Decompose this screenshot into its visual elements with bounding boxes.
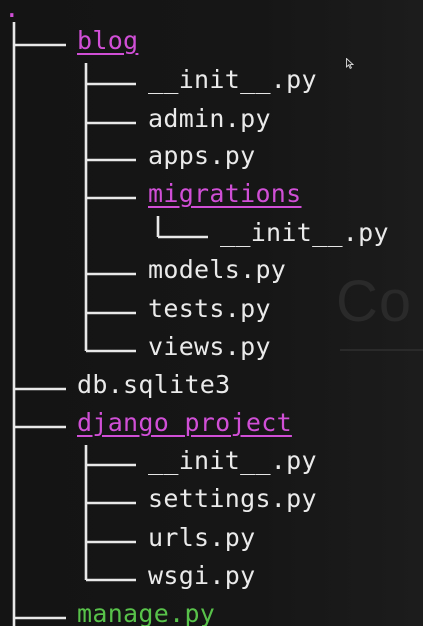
file-tests-py-7[interactable]: tests.py [148,294,271,324]
mouse-cursor-icon [346,58,354,69]
file-admin-py-2[interactable]: admin.py [148,104,271,134]
file-init-py-1[interactable]: __init__.py [148,65,317,95]
file-wsgi-py-14[interactable]: wsgi.py [148,561,255,591]
file-settings-py-12[interactable]: settings.py [148,484,317,514]
file-urls-py-13[interactable]: urls.py [148,523,255,553]
tree-root: . [4,0,20,24]
file-db-sqlite3-9[interactable]: db.sqlite3 [77,370,231,400]
folder-blog-0[interactable]: blog [77,26,138,56]
file-apps-py-3[interactable]: apps.py [148,141,255,171]
file-init-py-5[interactable]: __init__.py [220,218,389,248]
terminal-window: Co . blog __init__.py admin.py apps.py migra… [0,0,423,626]
folder-migrations-4[interactable]: migrations [148,179,302,209]
file-manage-py-15[interactable]: manage.py [77,599,215,626]
file-views-py-8[interactable]: views.py [148,332,271,362]
file-models-py-6[interactable]: models.py [148,255,286,285]
file-init-py-11[interactable]: __init__.py [148,446,317,476]
folder-django-project-10[interactable]: django_project [77,408,292,438]
